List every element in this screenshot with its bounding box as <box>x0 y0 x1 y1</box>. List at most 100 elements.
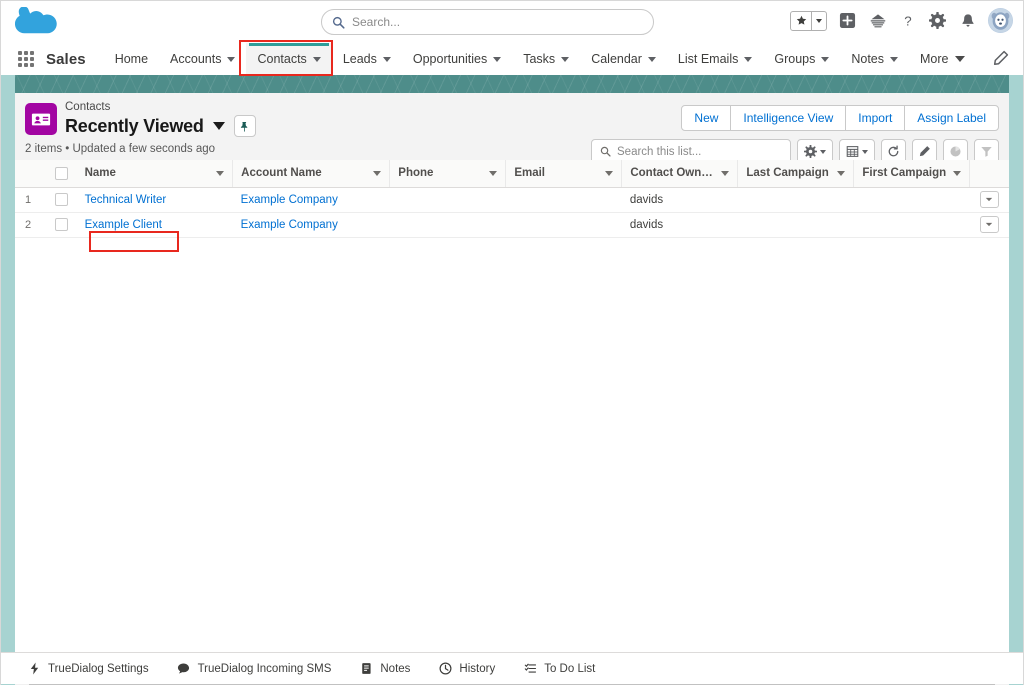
chevron-down-icon[interactable] <box>227 56 236 62</box>
account-name-link[interactable]: Example Company <box>241 219 338 231</box>
utility-notes[interactable]: Notes <box>345 653 424 685</box>
chevron-down-icon[interactable] <box>647 56 656 62</box>
chevron-down-icon[interactable] <box>821 56 830 62</box>
nav-item-notes[interactable]: Notes <box>840 43 909 75</box>
chevron-down-icon[interactable] <box>953 170 962 176</box>
row-checkbox[interactable] <box>54 218 68 231</box>
favorites-dropdown-icon[interactable] <box>812 12 826 30</box>
breadcrumb: Contacts <box>65 101 111 113</box>
contact-name-link[interactable]: Example Client <box>85 219 162 231</box>
chevron-down-icon[interactable] <box>382 56 391 62</box>
favorites-star-icon[interactable] <box>791 11 812 30</box>
chevron-down-icon[interactable] <box>561 56 570 62</box>
caret-down-icon[interactable] <box>954 56 965 62</box>
chevron-down-icon[interactable] <box>890 56 899 62</box>
help-icon[interactable]: ? <box>898 11 917 30</box>
notifications-bell-icon[interactable] <box>958 11 977 30</box>
chevron-down-icon[interactable] <box>721 170 730 176</box>
new-button[interactable]: New <box>681 105 732 131</box>
pin-icon[interactable] <box>233 115 256 137</box>
column-header-account-name[interactable]: Account Name <box>232 160 391 188</box>
chevron-down-icon <box>862 149 868 154</box>
pencil-icon <box>919 146 930 157</box>
nav-item-accounts[interactable]: Accounts <box>159 43 246 75</box>
global-search-placeholder: Search... <box>352 15 401 29</box>
chevron-down-icon[interactable] <box>312 56 321 62</box>
row-actions-button[interactable] <box>979 191 999 208</box>
row-checkbox[interactable] <box>54 193 68 206</box>
import-button[interactable]: Import <box>845 105 906 131</box>
chevron-down-icon[interactable] <box>493 56 502 62</box>
column-header-name[interactable]: Name <box>76 160 234 188</box>
cell-contact-owner: davids <box>621 187 738 213</box>
list-view-card: Contacts Recently Viewed 2 items • Updat… <box>15 93 1009 685</box>
utility-truedialog-settings[interactable]: TrueDialog Settings <box>13 653 163 685</box>
chart-icon <box>950 146 961 157</box>
nav-item-label: List Emails <box>677 52 739 66</box>
row-select-cell[interactable] <box>49 187 77 213</box>
column-header-contact-owner[interactable]: Contact Owne... <box>621 160 739 188</box>
nav-item-opportunities[interactable]: Opportunities <box>402 43 512 75</box>
row-actions-button[interactable] <box>979 216 999 233</box>
row-number: 2 <box>15 212 50 238</box>
nav-item-leads[interactable]: Leads <box>332 43 402 75</box>
cell-row-actions[interactable] <box>969 212 1009 238</box>
favorites-button-group[interactable] <box>790 10 827 31</box>
cell-name[interactable]: Example Client <box>76 212 233 238</box>
chevron-down-icon[interactable] <box>605 170 614 176</box>
assign-label-button[interactable]: Assign Label <box>904 105 999 131</box>
chevron-down-icon[interactable] <box>489 170 498 176</box>
app-launcher-grid-icon[interactable] <box>15 48 37 70</box>
global-search-box[interactable]: Search... <box>321 9 654 35</box>
utility-history[interactable]: History <box>424 653 509 685</box>
nav-items: Home Accounts Contacts Leads Opportuniti… <box>104 43 976 75</box>
salesforce-cloud-logo[interactable] <box>14 6 57 37</box>
setup-cloud-icon[interactable] <box>868 11 887 30</box>
column-header-first-campaign[interactable]: First Campaign <box>853 160 971 188</box>
nav-item-tasks[interactable]: Tasks <box>512 43 580 75</box>
utility-to-do-list[interactable]: To Do List <box>509 653 609 685</box>
right-edge-strip <box>1009 75 1023 685</box>
chevron-down-icon[interactable] <box>373 170 382 176</box>
chevron-down-icon[interactable] <box>216 170 225 176</box>
utility-label: History <box>459 662 496 675</box>
nav-item-calendar[interactable]: Calendar <box>580 43 667 75</box>
cell-email <box>505 187 622 213</box>
lightning-bolt-icon <box>27 662 41 676</box>
table-row[interactable]: 2 Example Client Example Company davids <box>15 212 1009 238</box>
cell-name[interactable]: Technical Writer <box>76 187 233 213</box>
user-avatar[interactable] <box>988 8 1013 33</box>
chevron-down-icon[interactable] <box>837 170 846 176</box>
nav-item-more[interactable]: More <box>909 43 975 75</box>
list-view-action-buttons: New Intelligence View Import Assign Labe… <box>681 105 999 131</box>
nav-item-groups[interactable]: Groups <box>763 43 840 75</box>
setup-gear-icon[interactable] <box>928 11 947 30</box>
chevron-down-icon[interactable] <box>212 122 225 130</box>
utility-truedialog-incoming-sms[interactable]: TrueDialog Incoming SMS <box>163 653 346 685</box>
add-icon[interactable] <box>838 11 857 30</box>
utility-label: To Do List <box>544 662 596 675</box>
cell-account-name[interactable]: Example Company <box>232 212 390 238</box>
column-header-email[interactable]: Email <box>505 160 623 188</box>
app-navigation-bar: Sales Home Accounts Contacts Leads Oppor… <box>1 43 1023 75</box>
cell-account-name[interactable]: Example Company <box>232 187 390 213</box>
global-header: Search... ? <box>1 1 1023 43</box>
intelligence-view-button[interactable]: Intelligence View <box>730 105 847 131</box>
account-name-link[interactable]: Example Company <box>241 194 338 206</box>
contact-name-link[interactable]: Technical Writer <box>85 194 167 206</box>
column-header-phone[interactable]: Phone <box>389 160 507 188</box>
table-row[interactable]: 1 Technical Writer Example Company david… <box>15 187 1009 213</box>
row-select-cell[interactable] <box>49 212 77 238</box>
chat-bubble-icon <box>177 662 191 676</box>
column-header-last-campaign[interactable]: Last Campaign <box>737 160 855 188</box>
app-body: Contacts Recently Viewed 2 items • Updat… <box>1 75 1023 685</box>
pencil-edit-icon[interactable] <box>992 50 1009 67</box>
select-all-header[interactable] <box>49 160 77 188</box>
nav-item-list-emails[interactable]: List Emails <box>667 43 763 75</box>
nav-item-contacts[interactable]: Contacts <box>246 43 332 75</box>
select-all-checkbox[interactable] <box>54 166 68 180</box>
cell-row-actions[interactable] <box>969 187 1009 213</box>
nav-item-home[interactable]: Home <box>104 43 159 75</box>
chevron-down-icon[interactable] <box>744 56 753 62</box>
column-label: Contact Owne... <box>630 167 716 180</box>
